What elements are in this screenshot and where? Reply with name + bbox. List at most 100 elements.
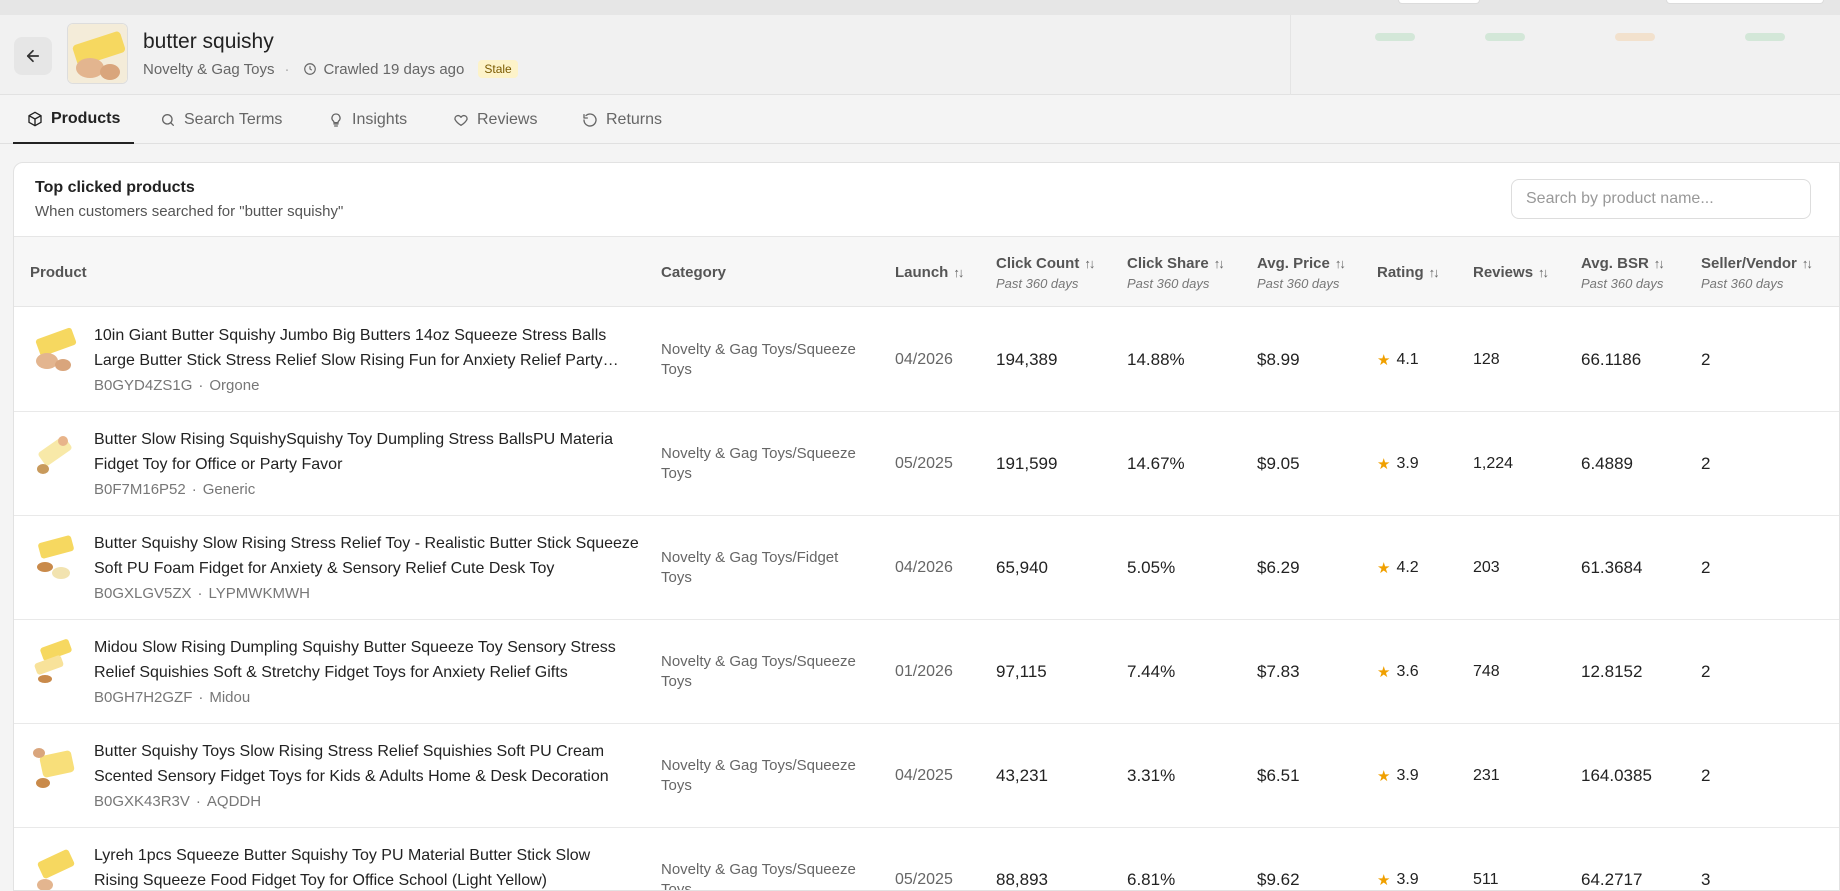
- seller-count: 2: [1701, 662, 1711, 681]
- click-count: 97,115: [996, 662, 1047, 681]
- tab-reviews[interactable]: Reviews: [439, 96, 551, 144]
- product-brand: AQDDH: [206, 793, 262, 810]
- rating-value: 3.9: [1396, 767, 1419, 784]
- column-header-avg-price[interactable]: Avg. Price ↑↓ Past 360 days: [1257, 237, 1346, 308]
- column-label: Click Share: [1127, 254, 1209, 272]
- click-count: 65,940: [996, 558, 1048, 577]
- launch-date: 04/2026: [895, 559, 953, 576]
- rating-value: 3.9: [1396, 871, 1419, 888]
- avg-price: $6.29: [1257, 558, 1300, 577]
- column-header-avg-bsr[interactable]: Avg. BSR ↑↓ Past 360 days: [1581, 237, 1665, 308]
- card-title: Top clicked products: [35, 179, 195, 196]
- product-brand: Orgone: [209, 377, 260, 394]
- column-header-seller-vendor[interactable]: Seller/Vendor ↑↓ Past 360 days: [1701, 237, 1813, 308]
- product-category: Novelty & Gag Toys/Squeeze Toys: [661, 861, 856, 891]
- back-button[interactable]: [14, 37, 52, 75]
- sort-icon: ↑↓: [1213, 255, 1225, 271]
- stale-badge: Stale: [478, 60, 518, 78]
- column-label: Seller/Vendor: [1701, 254, 1797, 272]
- product-brand: LYPMWKMWH: [208, 585, 310, 602]
- click-count: 194,389: [996, 350, 1058, 369]
- product-asin: B0GH7H2GZF: [94, 689, 193, 706]
- click-share: 14.67%: [1127, 454, 1185, 473]
- tab-returns[interactable]: Returns: [568, 96, 676, 144]
- product-name[interactable]: 10in Giant Butter Squishy Jumbo Big Butt…: [94, 323, 639, 373]
- column-sublabel: Past 360 days: [1581, 275, 1664, 291]
- avg-bsr: 6.4889: [1581, 454, 1633, 473]
- tab-insights[interactable]: Insights: [314, 96, 421, 144]
- review-count: 511: [1473, 871, 1499, 888]
- product-meta: B0GXLGV5ZX · LYPMWKMWH: [94, 585, 310, 602]
- seller-count: 2: [1701, 454, 1711, 473]
- avg-price: $8.99: [1257, 350, 1300, 369]
- column-label: Reviews: [1473, 264, 1534, 281]
- column-label: Rating: [1377, 264, 1424, 281]
- seller-count: 2: [1701, 350, 1711, 369]
- column-label: Avg. BSR: [1581, 254, 1649, 272]
- faded-stat: [1615, 33, 1655, 41]
- sort-icon: ↑↓: [1801, 255, 1813, 271]
- separator-dot: ·: [195, 793, 201, 810]
- product-name[interactable]: Butter Squishy Slow Rising Stress Relief…: [94, 531, 639, 581]
- star-icon: ★: [1377, 352, 1391, 369]
- click-share: 7.44%: [1127, 662, 1176, 681]
- tab-products[interactable]: Products: [13, 96, 135, 144]
- click-share: 6.81%: [1127, 870, 1176, 889]
- avg-price: $6.51: [1257, 766, 1300, 785]
- product-asin: B0GXLGV5ZX: [94, 585, 192, 602]
- click-share: 14.88%: [1127, 350, 1185, 369]
- table-row[interactable]: Lyreh 1pcs Squeeze Butter Squishy Toy PU…: [14, 828, 1839, 891]
- column-header-reviews[interactable]: Reviews ↑↓: [1473, 237, 1549, 308]
- rating: ★ 3.6: [1377, 620, 1419, 724]
- top-strip-tab: [1666, 0, 1824, 4]
- lightbulb-icon: [331, 113, 341, 127]
- product-category: Novelty & Gag Toys/Squeeze Toys: [661, 341, 856, 378]
- column-label: Click Count: [996, 254, 1080, 272]
- product-asin: B0GYD4ZS1G: [94, 377, 193, 394]
- tab-search-terms[interactable]: Search Terms: [146, 96, 296, 144]
- separator-dot: ·: [198, 689, 204, 706]
- product-image: [29, 325, 79, 375]
- sort-icon: ↑↓: [953, 265, 964, 280]
- separator-dot: ·: [284, 60, 290, 78]
- table-row[interactable]: 10in Giant Butter Squishy Jumbo Big Butt…: [14, 308, 1839, 412]
- launch-date: 04/2026: [895, 351, 953, 368]
- product-meta: B0F7M16P52 · Generic: [94, 481, 255, 498]
- top-strip-tab: [1398, 0, 1480, 4]
- rating: ★ 3.9: [1377, 412, 1419, 516]
- product-name[interactable]: Lyreh 1pcs Squeeze Butter Squishy Toy PU…: [94, 843, 639, 890]
- product-asin: B0GXK43R3V: [94, 793, 190, 810]
- product-meta: B0GXK43R3V · AQDDH: [94, 793, 261, 810]
- product-name[interactable]: Midou Slow Rising Dumpling Squishy Butte…: [94, 635, 639, 685]
- column-header-launch[interactable]: Launch ↑↓: [895, 237, 964, 308]
- faded-stat: [1375, 33, 1415, 41]
- avg-bsr: 64.2717: [1581, 870, 1643, 889]
- sort-icon: ↑↓: [1334, 255, 1346, 271]
- product-search-input[interactable]: [1511, 179, 1811, 219]
- product-name[interactable]: Butter Slow Rising SquishySquishy Toy Du…: [94, 427, 639, 477]
- table-row[interactable]: Butter Squishy Toys Slow Rising Stress R…: [14, 724, 1839, 828]
- table-header: Product Category Launch ↑↓ Click Count ↑↓ …: [14, 236, 1839, 308]
- tab-label: Insights: [352, 111, 408, 128]
- column-header-rating[interactable]: Rating ↑↓: [1377, 237, 1440, 308]
- table-row[interactable]: Midou Slow Rising Dumpling Squishy Butte…: [14, 620, 1839, 724]
- separator-dot: ·: [197, 585, 203, 602]
- column-header-category: Category: [661, 237, 726, 308]
- tab-label: Reviews: [477, 111, 538, 128]
- column-header-click-share[interactable]: Click Share ↑↓ Past 360 days: [1127, 237, 1225, 308]
- rating-value: 3.6: [1396, 663, 1419, 680]
- rating: ★ 3.9: [1377, 828, 1419, 890]
- product-category: Novelty & Gag Toys/Squeeze Toys: [661, 445, 856, 482]
- product-name[interactable]: Butter Squishy Toys Slow Rising Stress R…: [94, 739, 639, 789]
- top-clicked-products-card: Top clicked products When customers sear…: [13, 162, 1840, 891]
- product-asin: B0F7M16P52: [94, 481, 186, 498]
- column-label: Category: [661, 264, 727, 281]
- column-header-click-count[interactable]: Click Count ↑↓ Past 360 days: [996, 237, 1095, 308]
- review-count: 1,224: [1473, 455, 1514, 472]
- header-category: Novelty & Gag Toys: [143, 60, 275, 78]
- card-subtitle: When customers searched for "butter squi…: [35, 203, 344, 220]
- avg-bsr: 61.3684: [1581, 558, 1643, 577]
- table-row[interactable]: Butter Slow Rising SquishySquishy Toy Du…: [14, 412, 1839, 516]
- table-row[interactable]: Butter Squishy Slow Rising Stress Relief…: [14, 516, 1839, 620]
- sort-icon: ↑↓: [1428, 265, 1440, 280]
